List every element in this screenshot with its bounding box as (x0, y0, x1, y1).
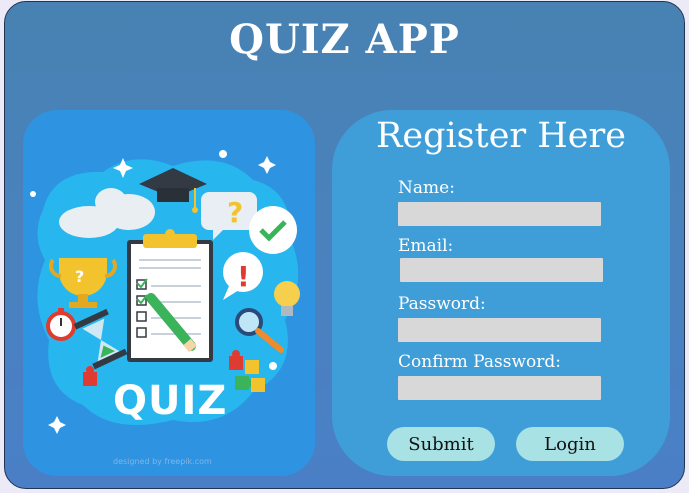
register-title: Register Here (376, 116, 626, 156)
register-panel: Register Here Name: Email: Password: Con… (332, 110, 670, 476)
freepik-credit: designed by freepik.com (113, 457, 212, 466)
clipboard-icon (127, 229, 213, 362)
quiz-illustration: ? ! ? QUIZ designed by freepik.com (23, 110, 315, 476)
confirm-password-label: Confirm Password: (398, 352, 561, 372)
app-window: QUIZ APP ? ! ? QUIZ designed by freepik.… (4, 1, 685, 489)
submit-button[interactable]: Submit (387, 427, 495, 461)
quiz-word: QUIZ (113, 378, 228, 424)
checkmark-bubble-icon (249, 206, 297, 254)
name-label: Name: (398, 178, 455, 198)
email-input[interactable] (400, 258, 603, 282)
password-label: Password: (398, 294, 486, 314)
exclamation-mark: ! (237, 260, 250, 293)
login-button[interactable]: Login (516, 427, 624, 461)
confirm-password-input[interactable] (398, 376, 601, 400)
trophy-question-mark: ? (75, 267, 84, 286)
question-mark: ? (227, 196, 243, 229)
app-title: QUIZ APP (229, 16, 460, 63)
password-input[interactable] (398, 318, 601, 342)
name-input[interactable] (398, 202, 601, 226)
email-label: Email: (398, 236, 454, 256)
